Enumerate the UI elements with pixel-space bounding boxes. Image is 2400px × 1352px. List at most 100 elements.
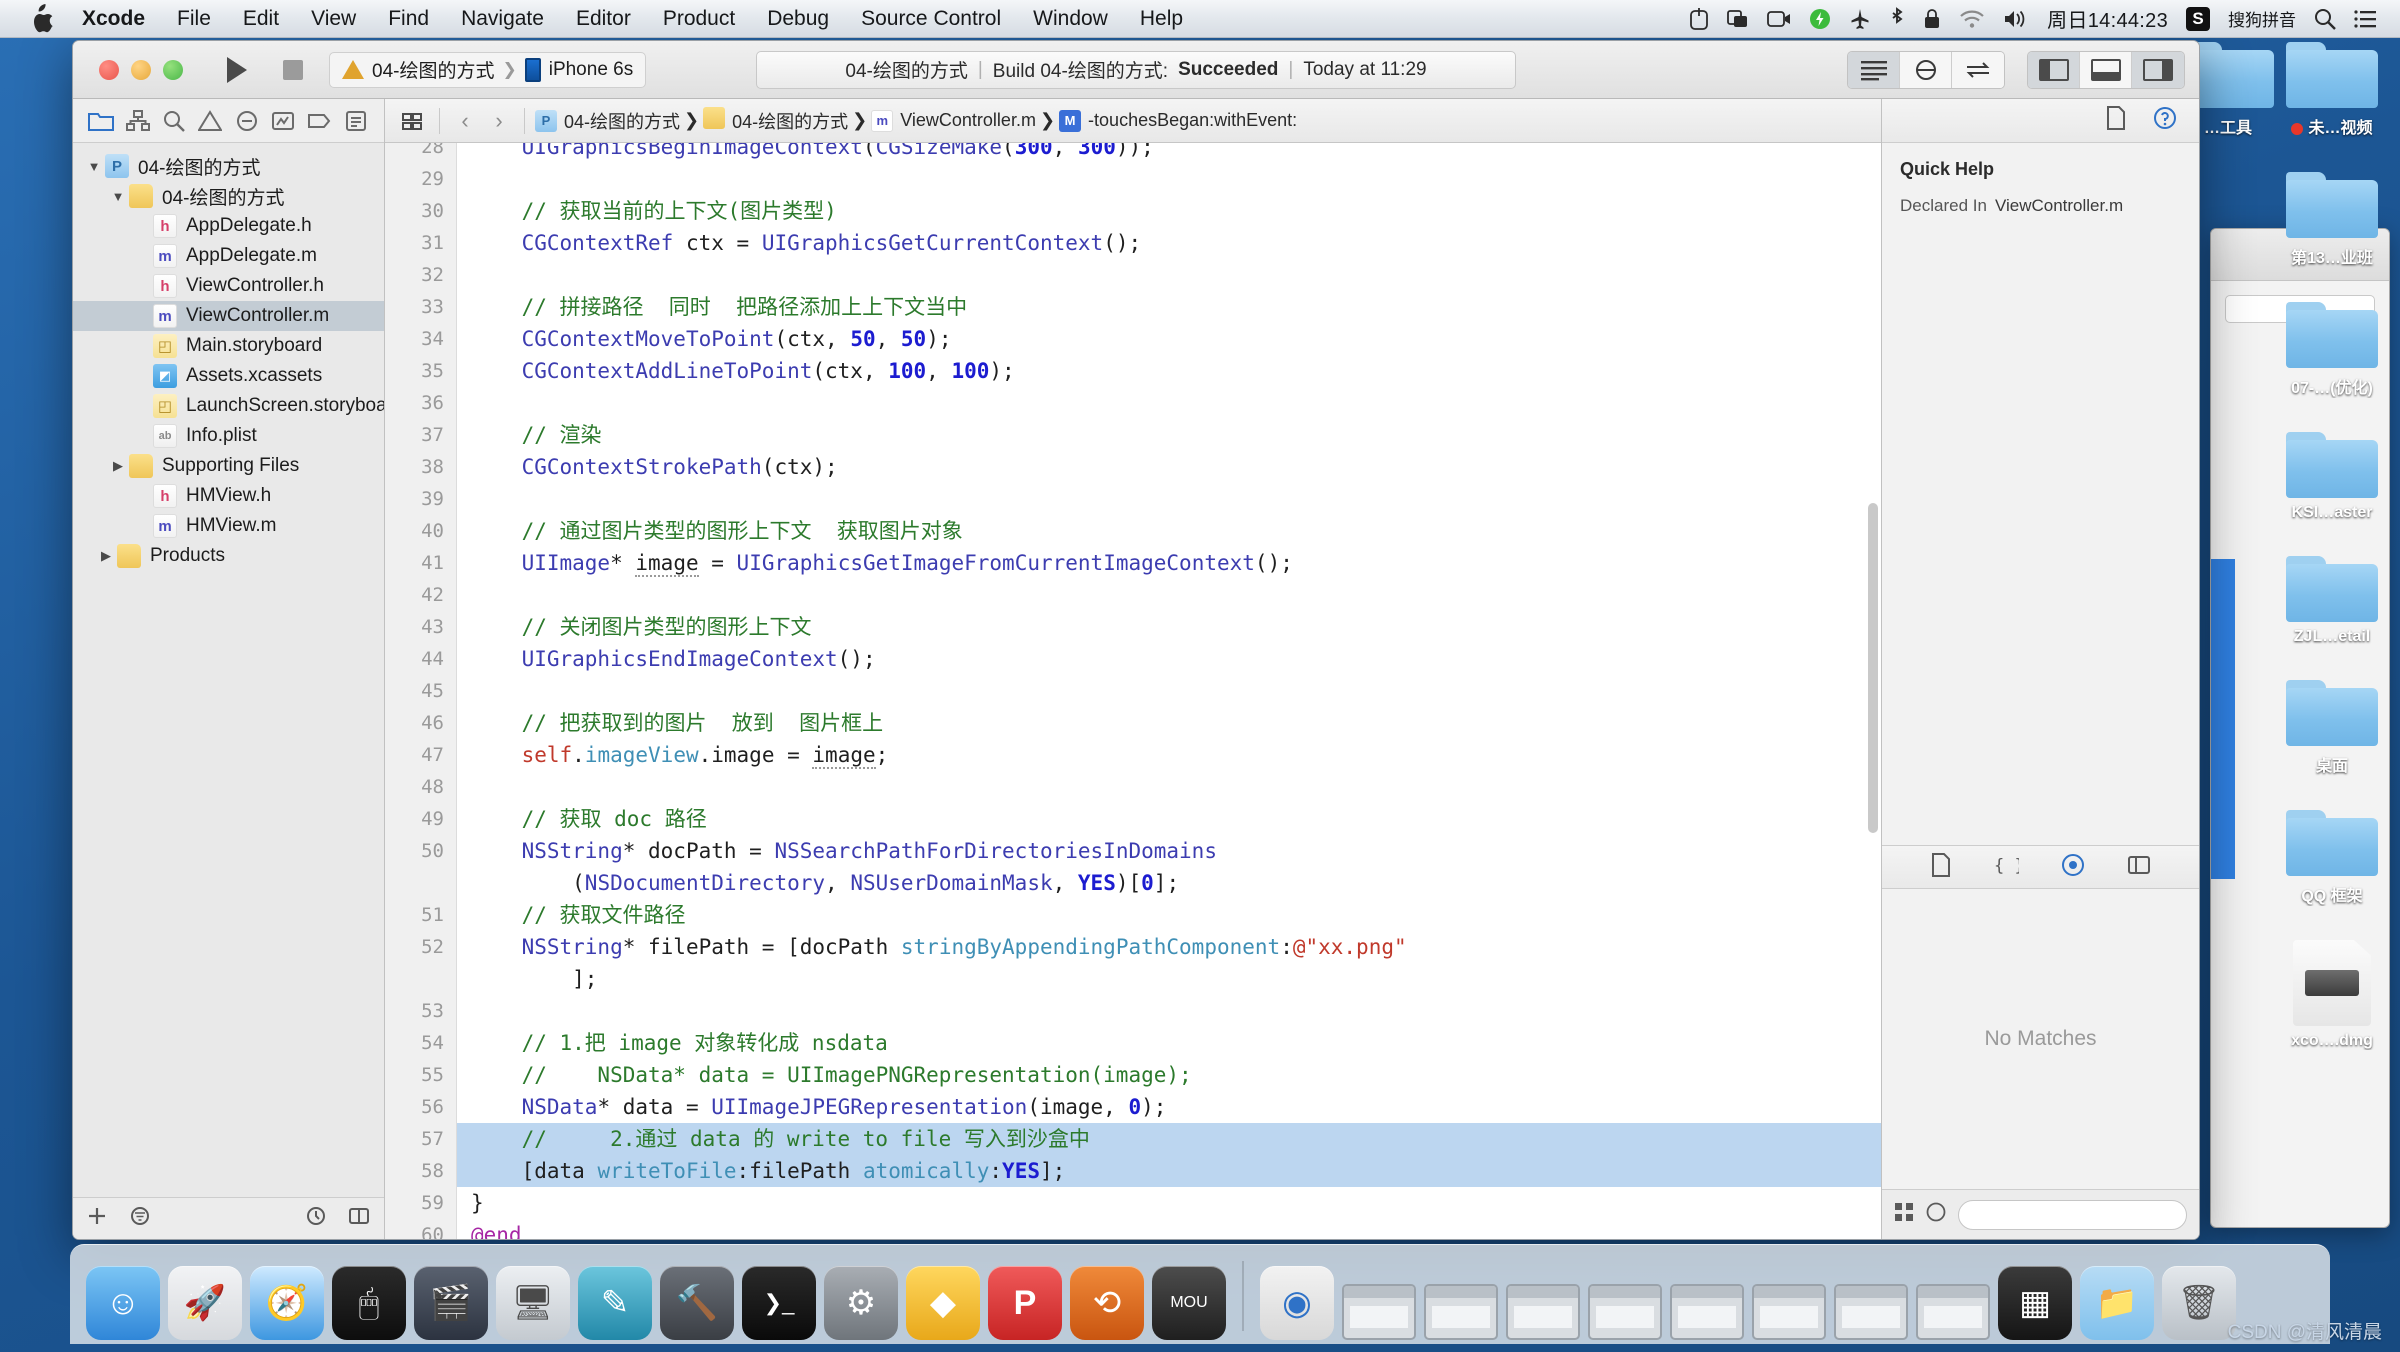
dock-item[interactable]: ⚙: [822, 1256, 900, 1340]
add-icon[interactable]: [87, 1206, 107, 1231]
file-template-library-icon[interactable]: [1931, 852, 1951, 882]
code-line[interactable]: CGContextStrokePath(ctx);: [457, 451, 1881, 483]
assistant-editor-icon[interactable]: [1900, 51, 1952, 88]
menu-item-editor[interactable]: Editor: [560, 0, 647, 38]
breakpoint-navigator-icon[interactable]: [302, 106, 336, 136]
tree-row[interactable]: ▸ h HMView.h: [73, 481, 384, 511]
disclosure-triangle-icon[interactable]: ▼: [83, 159, 105, 174]
stop-button[interactable]: [265, 51, 321, 89]
minimize-button[interactable]: [131, 59, 151, 80]
library-search-input[interactable]: [1958, 1199, 2187, 1230]
dock-item[interactable]: [1914, 1256, 1992, 1340]
forward-chevron-icon[interactable]: ›: [484, 108, 514, 134]
toggle-navigator-icon[interactable]: [2028, 51, 2080, 88]
menu-item-help[interactable]: Help: [1124, 0, 1199, 38]
dock-item[interactable]: MOU: [1150, 1256, 1228, 1340]
menu-item-file[interactable]: File: [161, 0, 227, 38]
symbol-navigator-icon[interactable]: [121, 106, 155, 136]
input-method-label[interactable]: 搜狗拼音: [2228, 6, 2296, 31]
dock-item[interactable]: [1832, 1256, 1910, 1340]
code-line[interactable]: [457, 387, 1881, 419]
tree-row[interactable]: ▸ h AppDelegate.h: [73, 211, 384, 241]
editor-scrollbar[interactable]: [1868, 503, 1878, 833]
dock-item[interactable]: ✎: [576, 1256, 654, 1340]
disclosure-triangle-icon[interactable]: ▼: [107, 189, 129, 204]
code-line[interactable]: [457, 771, 1881, 803]
dock-item[interactable]: 🚀: [166, 1256, 244, 1340]
search-icon[interactable]: [2314, 0, 2336, 38]
dock-item[interactable]: [1750, 1256, 1828, 1340]
tree-row[interactable]: ▸ ◰ Main.storyboard: [73, 331, 384, 361]
menu-item-product[interactable]: Product: [647, 0, 751, 38]
code-line[interactable]: [data writeToFile:filePath atomically:YE…: [457, 1155, 1881, 1187]
code-line[interactable]: NSData* data = UIImageJPEGRepresentation…: [457, 1091, 1881, 1123]
menu-bar-clock[interactable]: 周日14:44:23: [2047, 4, 2168, 33]
breadcrumb-project[interactable]: P 04-绘图的方式: [535, 108, 680, 134]
code-line[interactable]: // 2.通过 data 的 write to file 写入到沙盒中: [457, 1123, 1881, 1155]
code-line[interactable]: NSString* docPath = NSSearchPathForDirec…: [457, 835, 1881, 867]
tree-row-selected[interactable]: ▸ m ViewController.m: [73, 301, 384, 331]
zoom-button[interactable]: [163, 59, 183, 80]
issue-navigator-icon[interactable]: [193, 106, 227, 136]
file-inspector-icon[interactable]: [2105, 106, 2127, 135]
object-library-icon[interactable]: [2061, 853, 2085, 882]
menu-item-window[interactable]: Window: [1017, 0, 1124, 38]
breadcrumb-folder[interactable]: 04-绘图的方式: [703, 106, 848, 135]
quick-help-inspector-icon[interactable]: [2153, 106, 2177, 135]
desktop-icon[interactable]: 第13…业班: [2272, 172, 2392, 268]
close-button[interactable]: [99, 59, 119, 80]
source-editor[interactable]: 28 29 30 31 32 33 34 35 36 37 38 39 40 41 42 43 44 45 46 47…: [385, 143, 1881, 1239]
apple-logo-icon[interactable]: [28, 3, 54, 34]
project-navigator-tree[interactable]: ▼ P 04-绘图的方式 ▼ 04-绘图的方式 ▸ h AppDelegate.…: [73, 143, 384, 1197]
tree-row[interactable]: ▸ ◰ LaunchScreen.storyboard: [73, 391, 384, 421]
code-line[interactable]: // 获取当前的上下文(图片类型): [457, 195, 1881, 227]
filter-icon[interactable]: [129, 1206, 151, 1231]
find-navigator-icon[interactable]: [157, 106, 191, 136]
desktop-icon[interactable]: 07-…(优化): [2272, 302, 2392, 398]
code-line[interactable]: UIGraphicsBeginImageContext(CGSizeMake(3…: [457, 143, 1881, 163]
breadcrumb-symbol[interactable]: M -touchesBegan:withEvent:: [1059, 109, 1297, 132]
version-editor-icon[interactable]: [1952, 51, 2004, 88]
code-line[interactable]: CGContextAddLineToPoint(ctx, 100, 100);: [457, 355, 1881, 387]
tree-row[interactable]: ▸ m HMView.m: [73, 511, 384, 541]
lock-icon[interactable]: [1923, 0, 1941, 38]
help-icon[interactable]: [1926, 1202, 1946, 1227]
dock-item[interactable]: 🗑: [2160, 1256, 2238, 1340]
tree-row[interactable]: ▶ Supporting Files: [73, 451, 384, 481]
dock-item[interactable]: [1340, 1256, 1418, 1340]
dock-item[interactable]: ◉: [1258, 1256, 1336, 1340]
xcode-window[interactable]: 04-绘图的方式 ❯ iPhone 6s 04-绘图的方式 | Build 04…: [72, 40, 2200, 1240]
code-line[interactable]: CGContextMoveToPoint(ctx, 50, 50);: [457, 323, 1881, 355]
code-line[interactable]: NSString* filePath = [docPath stringByAp…: [457, 931, 1881, 963]
bluetooth-icon[interactable]: [1889, 0, 1905, 38]
code-line[interactable]: UIImage* image = UIGraphicsGetImageFromC…: [457, 547, 1881, 579]
tree-row[interactable]: ▼ P 04-绘图的方式: [73, 151, 384, 181]
dock-item[interactable]: P: [986, 1256, 1064, 1340]
screen-share-icon[interactable]: [1727, 0, 1749, 38]
code-line[interactable]: [457, 483, 1881, 515]
dock-item[interactable]: [1668, 1256, 1746, 1340]
code-line[interactable]: @end: [457, 1219, 1881, 1239]
code-line[interactable]: // 1.把 image 对象转化成 nsdata: [457, 1027, 1881, 1059]
wifi-icon[interactable]: [1959, 0, 1985, 38]
desktop-icon[interactable]: xco….dmg: [2272, 940, 2392, 1050]
code-line[interactable]: ];: [457, 963, 1881, 995]
disclosure-triangle-icon[interactable]: ▶: [95, 548, 117, 564]
menu-item-navigate[interactable]: Navigate: [445, 0, 560, 38]
menu-item-find[interactable]: Find: [372, 0, 445, 38]
code-line[interactable]: // NSData* data = UIImagePNGRepresentati…: [457, 1059, 1881, 1091]
project-navigator-icon[interactable]: [84, 106, 118, 136]
menu-item-edit[interactable]: Edit: [227, 0, 295, 38]
dock-item[interactable]: 🖥: [494, 1256, 572, 1340]
code-line[interactable]: // 把获取到的图片 放到 图片框上: [457, 707, 1881, 739]
dock-item[interactable]: ☺: [84, 1256, 162, 1340]
code-snippet-library-icon[interactable]: { }: [1993, 854, 2025, 881]
power-icon[interactable]: [1689, 0, 1709, 38]
report-navigator-icon[interactable]: [339, 106, 373, 136]
code-line[interactable]: // 渲染: [457, 419, 1881, 451]
desktop-icon[interactable]: 未…视频: [2272, 42, 2392, 138]
tree-row[interactable]: ▸ m AppDelegate.m: [73, 241, 384, 271]
dock-item[interactable]: [1586, 1256, 1664, 1340]
code-line[interactable]: // 获取文件路径: [457, 899, 1881, 931]
dock-item[interactable]: ⟲: [1068, 1256, 1146, 1340]
